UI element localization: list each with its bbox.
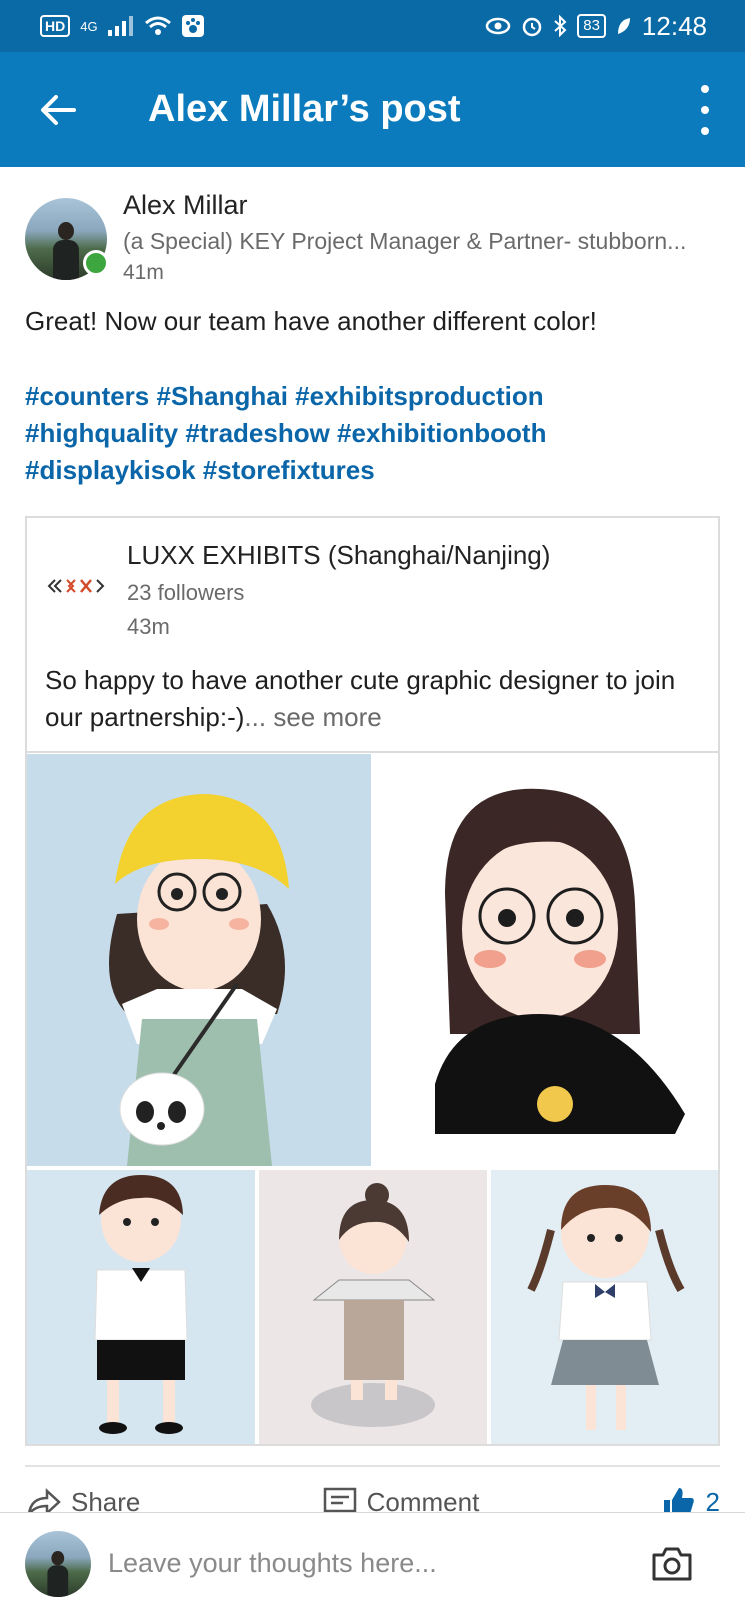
clock: 12:48: [641, 10, 707, 41]
alarm-icon: [522, 17, 542, 37]
post-image-4[interactable]: [259, 1170, 487, 1444]
app-bar: Alex Millar’s post: [0, 52, 745, 167]
baidu-paw-icon: [181, 15, 204, 37]
company-name[interactable]: LUXX EXHIBITS (Shanghai/Nanjing): [127, 540, 550, 571]
back-button[interactable]: [38, 90, 78, 130]
post-image-3[interactable]: [27, 1170, 255, 1444]
post-image-2[interactable]: [375, 754, 718, 1166]
avatar-person: [47, 1550, 69, 1597]
camera-icon[interactable]: [651, 1546, 693, 1582]
post-image-1[interactable]: [27, 754, 371, 1166]
hashtag-line[interactable]: #highquality #tradeshow #exhibitionbooth: [25, 415, 725, 452]
cartoon-girl-hat-illustration: [27, 754, 371, 1166]
post-image-5[interactable]: [491, 1170, 718, 1444]
hashtags: #counters #Shanghai #exhibitsproduction …: [25, 378, 725, 489]
action-divider: [25, 1465, 720, 1467]
comment-composer: Leave your thoughts here...: [0, 1512, 745, 1614]
more-vertical-icon: [701, 84, 709, 93]
card-divider: [27, 751, 718, 753]
cartoon-girl-glasses-illustration: [375, 754, 718, 1166]
battery-indicator: 83: [577, 14, 606, 38]
status-bar: HD 4G 83 12:48: [0, 0, 745, 52]
author-name[interactable]: Alex Millar: [123, 190, 248, 221]
hashtag-line[interactable]: #displaykisok #storefixtures: [25, 452, 725, 489]
see-more-link[interactable]: ... see more: [244, 702, 381, 732]
page-title: Alex Millar’s post: [148, 88, 461, 130]
company-followers: 23 followers: [127, 580, 245, 605]
network-type: 4G: [80, 18, 98, 34]
dot: [701, 126, 709, 135]
luxx-logo: [47, 579, 105, 593]
eye-icon: [485, 17, 511, 35]
shared-post-card[interactable]: LUXX EXHIBITS (Shanghai/Nanjing) 23 foll…: [25, 516, 720, 1446]
shared-post-text: So happy to have another cute graphic de…: [45, 662, 705, 736]
cartoon-girl-bun-illustration: [259, 1170, 487, 1444]
cartoon-girl-braids-illustration: [491, 1170, 718, 1444]
signal-icon: [107, 16, 133, 36]
user-avatar: [25, 1530, 91, 1597]
hashtag-line[interactable]: #counters #Shanghai #exhibitsproduction: [25, 378, 725, 415]
comment-input[interactable]: Leave your thoughts here...: [108, 1548, 651, 1579]
more-options-button[interactable]: [695, 84, 715, 135]
wifi-icon: [144, 16, 171, 35]
online-status-dot: [83, 250, 109, 276]
dot: [701, 105, 709, 114]
avatar-person: [53, 222, 79, 280]
bluetooth-icon: [554, 15, 567, 37]
leaf-icon: [617, 18, 630, 34]
hd-indicator: HD: [40, 15, 71, 37]
cartoon-boy-illustration: [27, 1170, 255, 1444]
post-time: 41m: [123, 261, 164, 284]
author-headline: (a Special) KEY Project Manager & Partne…: [123, 228, 687, 254]
arrow-left-icon: [41, 94, 76, 125]
post-text: Great! Now our team have another differe…: [25, 306, 597, 336]
post-header: Alex Millar (a Special) KEY Project Mana…: [25, 190, 725, 290]
shared-post-time: 43m: [127, 614, 170, 639]
